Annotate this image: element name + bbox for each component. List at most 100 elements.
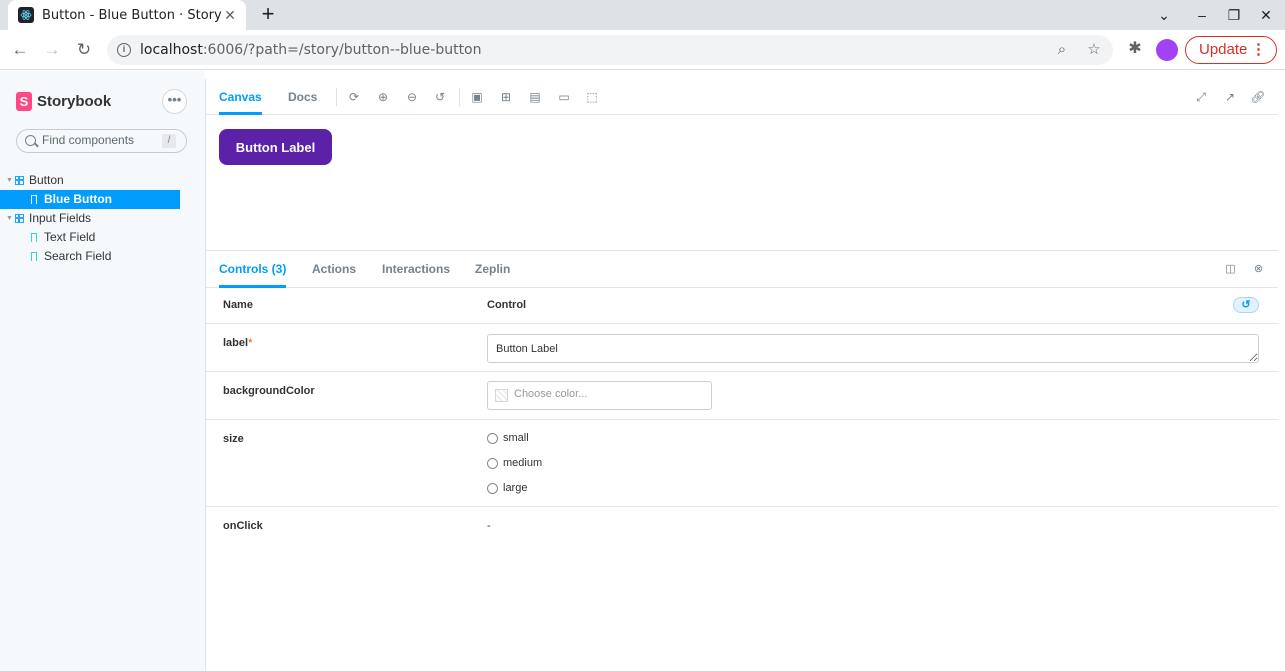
bookmark-icon (31, 233, 37, 242)
browser-tab-strip: Button - Blue Button · Storybook ✕ + ⌄ –… (0, 0, 1285, 30)
more-menu-icon: ⋮ (1251, 41, 1266, 58)
sidebar: S Storybook ••• / ▼ Button Blue Button ▼… (0, 71, 205, 671)
divider (336, 88, 337, 106)
radio-icon (487, 482, 498, 494)
update-button[interactable]: Update ⋮ (1185, 36, 1277, 64)
size-radio-large[interactable]: large (487, 482, 527, 494)
onclick-value: - (487, 520, 491, 532)
component-icon (14, 175, 24, 185)
bookmark-star-icon[interactable]: ☆ (1085, 41, 1103, 59)
sidebar-menu-button[interactable]: ••• (162, 89, 187, 114)
size-radio-medium[interactable]: medium (487, 457, 542, 469)
site-info-icon[interactable]: i (117, 43, 131, 57)
close-panel-icon[interactable]: ⊗ (1252, 263, 1265, 276)
arg-row-size: size small medium large (206, 420, 1278, 507)
panel-orientation-icon[interactable]: ◫ (1224, 263, 1237, 276)
bookmark-icon (31, 195, 37, 204)
chevron-down-icon: ▼ (6, 215, 13, 222)
tree-label: Text Field (44, 230, 96, 244)
radio-icon (487, 457, 498, 469)
arg-row-onclick: onClick - (206, 507, 1278, 547)
radio-icon (487, 432, 498, 444)
tab-interactions[interactable]: Interactions (382, 251, 450, 288)
arg-row-background-color: backgroundColor (206, 372, 1278, 420)
browser-toolbar: ← → ↻ i localhost:6006/?path=/story/butt… (0, 30, 1285, 70)
measure-icon[interactable]: ▭ (556, 89, 572, 105)
search-icon (25, 135, 36, 146)
main-panel: Canvas Docs ⟳ ⊕ ⊖ ↺ ▣ ⊞ ▤ ▭ ⬚ ⤢ ↗ 🔗︎ But… (205, 79, 1278, 671)
zoom-in-icon[interactable]: ⊕ (375, 89, 391, 105)
divider (459, 88, 460, 106)
component-icon (14, 213, 24, 223)
tree-component-input-fields[interactable]: ▼ Input Fields (0, 209, 205, 228)
arg-name: label* (223, 337, 253, 349)
open-new-tab-icon[interactable]: ↗ (1222, 89, 1238, 105)
new-tab-icon[interactable]: + (256, 3, 280, 27)
extensions-puzzle-icon[interactable]: ✱ (1125, 38, 1145, 60)
zoom-reset-icon[interactable]: ↺ (432, 89, 448, 105)
addons-panel: Controls (3) Actions Interactions Zeplin… (206, 250, 1278, 671)
remount-icon[interactable]: ⟳ (346, 89, 362, 105)
background-icon[interactable]: ▣ (469, 89, 485, 105)
tree-story-blue-button[interactable]: Blue Button (0, 190, 180, 209)
url-text: localhost:6006/?path=/story/button--blue… (140, 42, 482, 58)
size-radio-small[interactable]: small (487, 432, 529, 444)
tab-controls[interactable]: Controls (3) (219, 251, 287, 288)
window-close-icon[interactable]: ✕ (1254, 4, 1278, 26)
address-bar[interactable]: i localhost:6006/?path=/story/button--bl… (107, 35, 1113, 65)
zoom-out-icon[interactable]: ⊖ (404, 89, 420, 105)
arg-row-label: label* Button Label (206, 324, 1278, 372)
tree-label: Button (29, 173, 64, 187)
zoom-icon[interactable]: ⌕ (1053, 41, 1071, 59)
profile-avatar[interactable] (1156, 39, 1178, 61)
browser-tab[interactable]: Button - Blue Button · Storybook ✕ (8, 0, 246, 30)
story-preview: Button Label (206, 116, 1278, 250)
reset-controls-icon[interactable]: ↺ (1233, 297, 1259, 313)
storybook-logo[interactable]: S Storybook (16, 92, 111, 111)
control-column-header: Control (487, 299, 527, 311)
chevron-down-icon: ▼ (6, 177, 13, 184)
arg-name: size (223, 433, 244, 445)
tab-close-icon[interactable]: ✕ (222, 7, 238, 23)
tab-zeplin[interactable]: Zeplin (475, 251, 510, 288)
color-picker-control[interactable] (487, 381, 712, 410)
tree-story-text-field[interactable]: Text Field (0, 228, 205, 247)
tree-label: Input Fields (29, 211, 92, 225)
canvas-toolbar: Canvas Docs ⟳ ⊕ ⊖ ↺ ▣ ⊞ ▤ ▭ ⬚ ⤢ ↗ 🔗︎ (206, 79, 1278, 115)
restore-icon[interactable]: ❐ (1222, 4, 1246, 26)
outline-icon[interactable]: ⬚ (584, 89, 600, 105)
grid-icon[interactable]: ⊞ (498, 89, 514, 105)
tab-canvas[interactable]: Canvas (219, 79, 262, 115)
args-table-header: Name Control ↺ (206, 288, 1278, 324)
tree-story-search-field[interactable]: Search Field (0, 247, 205, 266)
color-input[interactable] (514, 388, 694, 400)
search-shortcut-key: / (162, 134, 176, 148)
search-input[interactable] (42, 133, 162, 147)
reload-icon[interactable]: ↻ (72, 38, 96, 62)
forward-icon[interactable]: → (40, 38, 64, 62)
brand-name: Storybook (37, 93, 112, 110)
minimize-icon[interactable]: – (1190, 4, 1214, 26)
back-icon[interactable]: ← (8, 38, 32, 62)
tab-search-icon[interactable]: ⌄ (1152, 4, 1176, 26)
react-favicon-icon (18, 7, 34, 23)
addons-tabbar: Controls (3) Actions Interactions Zeplin… (206, 251, 1278, 288)
tab-docs[interactable]: Docs (288, 79, 317, 115)
name-column-header: Name (223, 299, 253, 311)
arg-name: backgroundColor (223, 385, 315, 397)
story-button[interactable]: Button Label (219, 129, 332, 165)
viewport-icon[interactable]: ▤ (527, 89, 543, 105)
label-text-control[interactable]: Button Label (487, 334, 1259, 363)
tree-label: Blue Button (44, 192, 112, 206)
search-box: / (16, 129, 187, 153)
arg-name: onClick (223, 520, 263, 532)
storybook-logo-icon: S (16, 92, 32, 111)
copy-link-icon[interactable]: 🔗︎ (1250, 89, 1266, 105)
tree-component-button[interactable]: ▼ Button (0, 171, 205, 190)
tree-label: Search Field (44, 249, 112, 263)
fullscreen-icon[interactable]: ⤢ (1193, 89, 1209, 105)
tab-actions[interactable]: Actions (312, 251, 356, 288)
browser-tab-title: Button - Blue Button · Storybook (42, 7, 222, 23)
color-swatch-icon[interactable] (495, 389, 508, 402)
bookmark-icon (31, 252, 37, 261)
